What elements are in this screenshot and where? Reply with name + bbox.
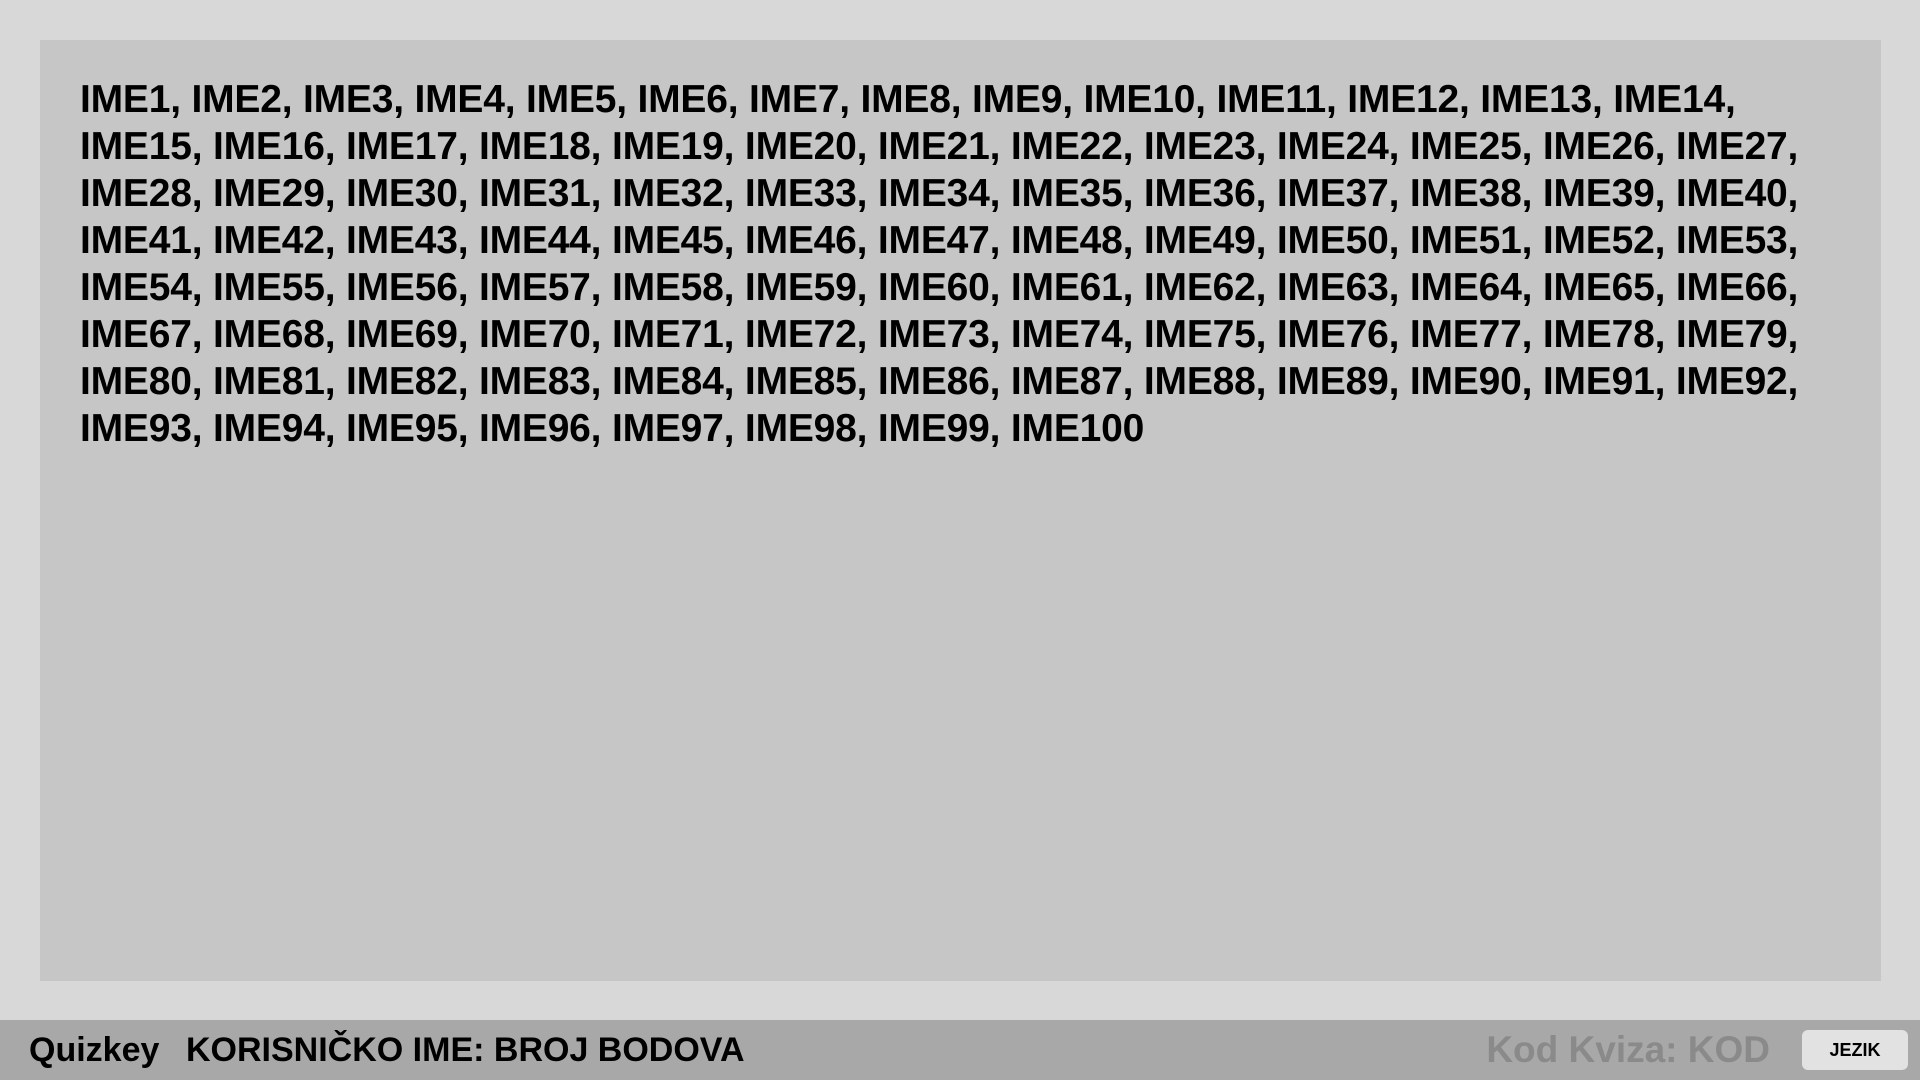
username-score: KORISNIČKO IME: BROJ BODOVA	[186, 1031, 745, 1069]
names-panel: IME1, IME2, IME3, IME4, IME5, IME6, IME7…	[40, 40, 1881, 981]
footer-bar: Quizkey KORISNIČKO IME: BROJ BODOVA Kod …	[0, 1020, 1920, 1080]
player-names-list: IME1, IME2, IME3, IME4, IME5, IME6, IME7…	[80, 78, 1799, 450]
language-button[interactable]: JEZIK	[1802, 1030, 1908, 1070]
quiz-code: Kod Kviza: KOD	[1486, 1029, 1770, 1070]
app-brand: Quizkey	[29, 1031, 160, 1069]
